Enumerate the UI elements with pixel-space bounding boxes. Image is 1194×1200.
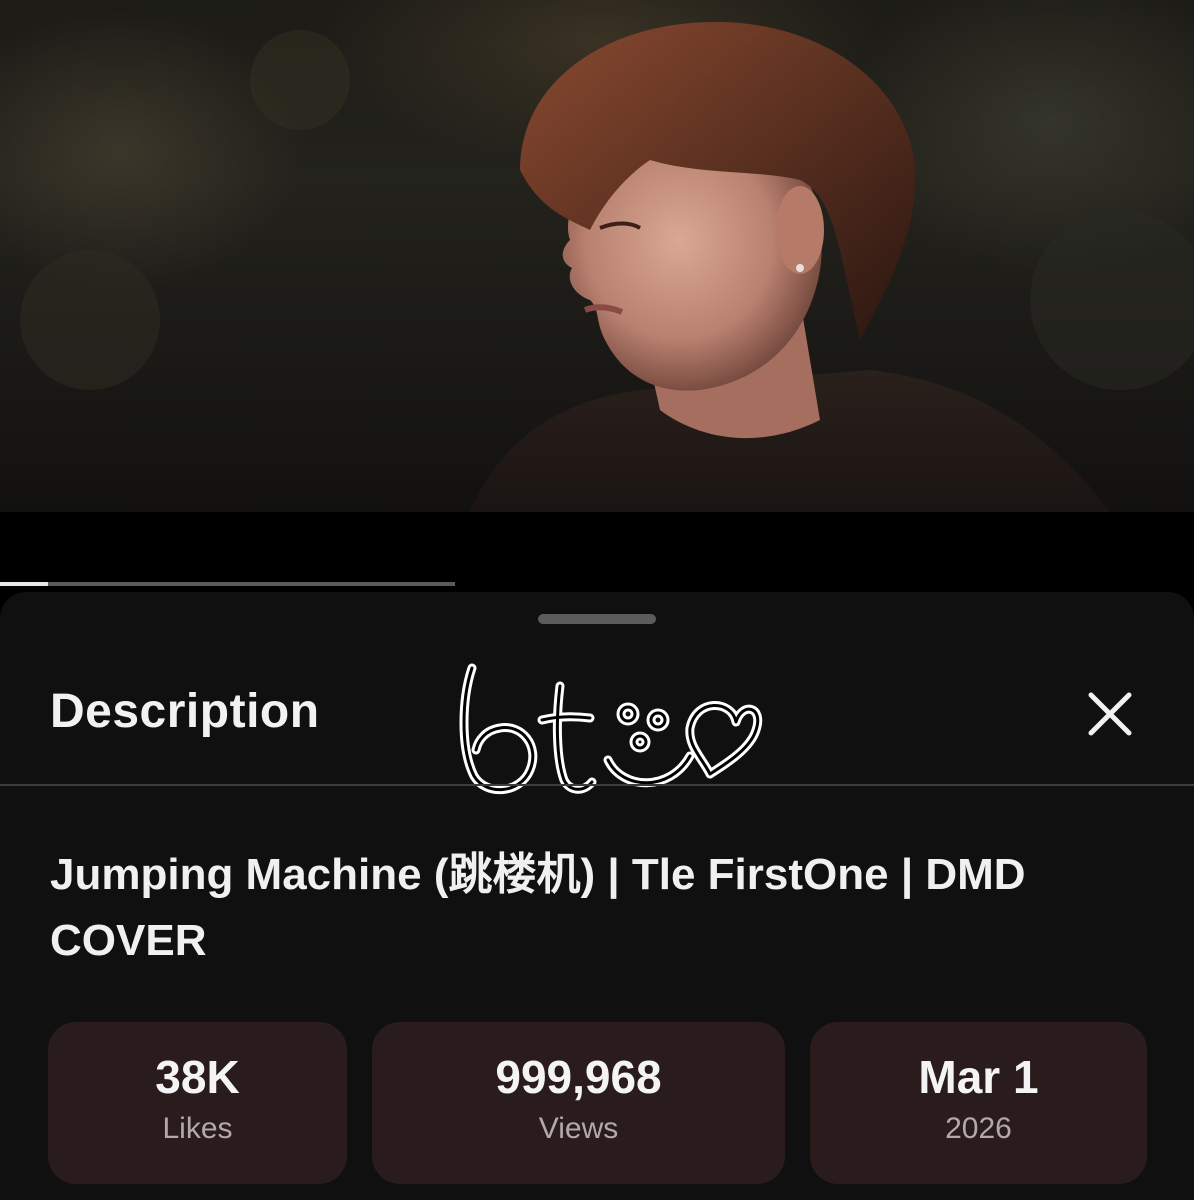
views-stat-card: 999,968 Views [372,1022,785,1184]
video-frame-image [20,21,1194,512]
video-progress-fill [0,582,48,586]
upload-date: Mar 1 [918,1051,1039,1103]
video-description-screen: Description Jumping Machine (跳楼机) | Tle … [0,0,1194,1200]
date-stat-card: Mar 1 2026 [810,1022,1147,1184]
views-count: 999,968 [495,1051,662,1103]
upload-year: 2026 [945,1112,1012,1145]
close-icon [1088,692,1132,736]
likes-count: 38K [155,1051,240,1103]
description-sheet: Description Jumping Machine (跳楼机) | Tle … [0,592,1194,1200]
likes-stat-card: 38K Likes [48,1022,347,1184]
drag-handle[interactable] [538,614,656,624]
video-progress-bar[interactable] [0,582,455,586]
views-label: Views [538,1112,619,1145]
video-player[interactable] [0,0,1194,512]
close-button[interactable] [1080,684,1140,744]
sheet-title: Description [50,685,320,738]
video-title: Jumping Machine (跳楼机) | Tle FirstOne | D… [50,850,1026,965]
sheet-divider [0,784,1194,786]
likes-label: Likes [162,1112,233,1145]
video-letterbox [0,512,1194,582]
